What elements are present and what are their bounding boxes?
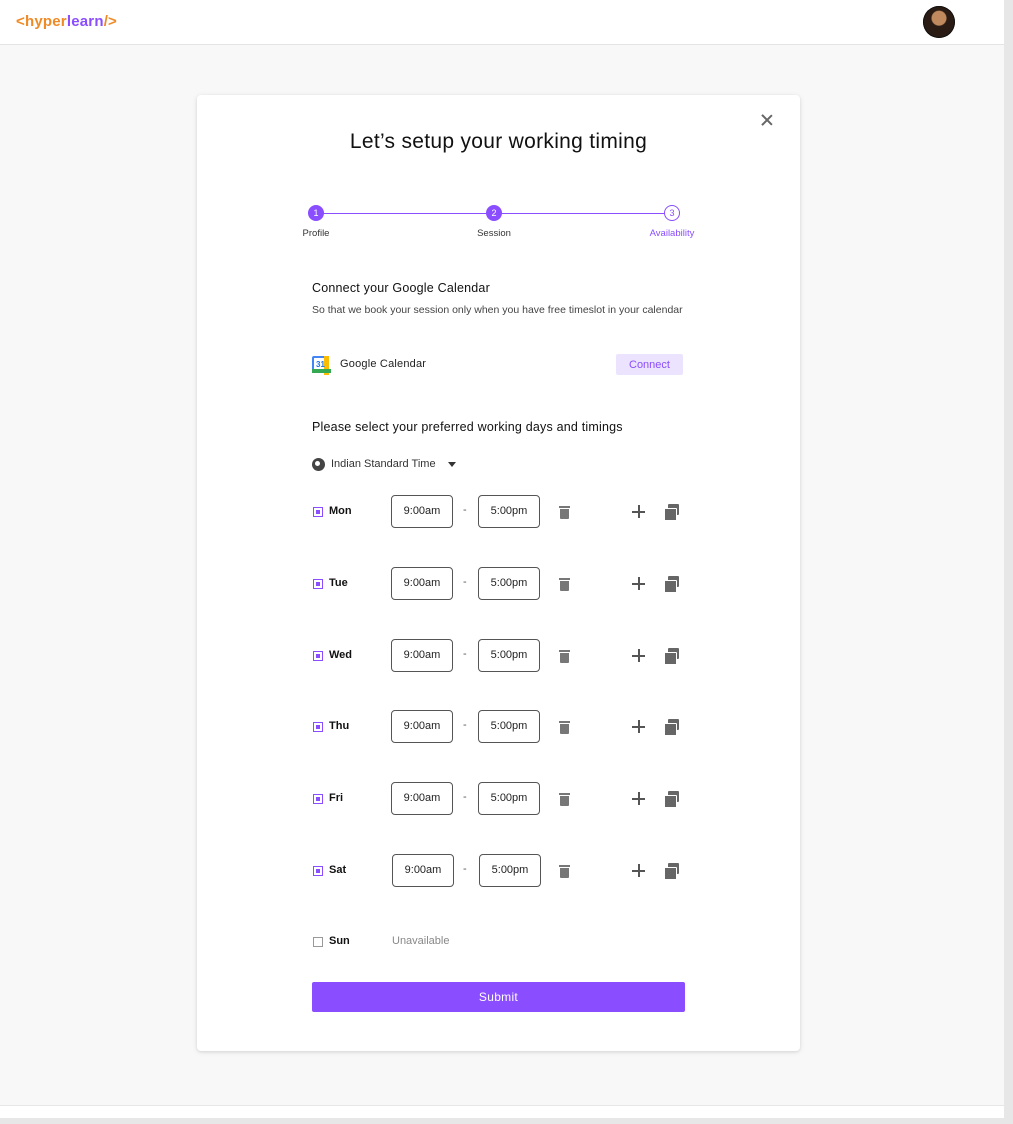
plus-icon[interactable]	[632, 649, 645, 662]
plus-icon[interactable]	[632, 577, 645, 590]
day-label: Fri	[329, 792, 344, 804]
plus-icon[interactable]	[632, 792, 645, 805]
start-time-input[interactable]: 9:00am	[391, 710, 453, 743]
google-calendar-label: Google Calendar	[340, 358, 427, 370]
copy-icon[interactable]	[664, 863, 679, 880]
day-label: Wed	[329, 649, 353, 661]
logo-open-bracket: <	[16, 13, 25, 30]
caret-down-icon[interactable]	[448, 462, 456, 467]
step-3-label: Availability	[649, 228, 695, 239]
stepper-line-1	[323, 213, 493, 214]
day-checkbox-mon[interactable]	[313, 507, 323, 517]
step-3-dot[interactable]: 3	[664, 205, 680, 221]
day-checkbox-thu[interactable]	[313, 722, 323, 732]
day-label: Thu	[329, 720, 350, 732]
user-avatar[interactable]	[923, 6, 955, 38]
day-checkbox-fri[interactable]	[313, 794, 323, 804]
day-checkbox-tue[interactable]	[313, 579, 323, 589]
unavailable-label: Unavailable	[392, 935, 450, 947]
plus-icon[interactable]	[632, 720, 645, 733]
availability-heading: Please select your preferred working day…	[312, 420, 623, 434]
trash-icon[interactable]	[559, 720, 570, 734]
range-separator: -	[463, 504, 467, 516]
top-bar: <hyperlearn/>	[0, 0, 1004, 45]
trash-icon[interactable]	[559, 649, 570, 663]
start-time-input[interactable]: 9:00am	[391, 782, 453, 815]
day-checkbox-sun[interactable]	[313, 937, 323, 947]
start-time-input[interactable]: 9:00am	[391, 639, 453, 672]
day-label: Mon	[329, 505, 352, 517]
calendar-heading: Connect your Google Calendar	[312, 281, 490, 295]
timezone-select[interactable]: Indian Standard Time	[331, 458, 436, 470]
day-checkbox-wed[interactable]	[313, 651, 323, 661]
submit-button[interactable]: Submit	[312, 982, 685, 1012]
horizontal-scroll-thumb[interactable]	[0, 1106, 1004, 1118]
plus-icon[interactable]	[632, 505, 645, 518]
trash-icon[interactable]	[559, 864, 570, 878]
range-separator: -	[463, 791, 467, 803]
end-time-input[interactable]: 5:00pm	[479, 854, 541, 887]
day-row-wed: Wed 9:00am - 5:00pm	[312, 639, 692, 673]
range-separator: -	[463, 863, 467, 875]
range-separator: -	[463, 648, 467, 660]
day-label: Sun	[329, 935, 350, 947]
range-separator: -	[463, 576, 467, 588]
end-time-input[interactable]: 5:00pm	[478, 710, 540, 743]
calendar-description: So that we book your session only when y…	[312, 304, 683, 316]
end-time-input[interactable]: 5:00pm	[478, 495, 540, 528]
copy-icon[interactable]	[664, 648, 679, 665]
start-time-input[interactable]: 9:00am	[392, 854, 454, 887]
trash-icon[interactable]	[559, 577, 570, 591]
day-label: Tue	[329, 577, 348, 589]
trash-icon[interactable]	[559, 505, 570, 519]
day-row-sun: Sun Unavailable	[312, 925, 692, 959]
vertical-scrollbar[interactable]	[1004, 0, 1013, 1124]
copy-icon[interactable]	[664, 719, 679, 736]
trash-icon[interactable]	[559, 792, 570, 806]
copy-icon[interactable]	[664, 576, 679, 593]
hyperlearn-logo[interactable]: <hyperlearn/>	[16, 13, 117, 30]
day-row-mon: Mon 9:00am - 5:00pm	[312, 495, 692, 529]
close-icon[interactable]	[760, 113, 774, 127]
step-1-label: Profile	[302, 228, 330, 239]
copy-icon[interactable]	[664, 791, 679, 808]
modal-title: Let’s setup your working timing	[349, 130, 648, 153]
day-label: Sat	[329, 864, 347, 876]
range-separator: -	[463, 719, 467, 731]
step-2-label: Session	[477, 228, 511, 239]
setup-modal: Let’s setup your working timing 1 2 3 Pr…	[197, 95, 800, 1051]
logo-word-learn: learn	[66, 13, 104, 30]
logo-close-bracket: />	[103, 13, 118, 30]
day-row-thu: Thu 9:00am - 5:00pm	[312, 710, 692, 744]
copy-icon[interactable]	[664, 504, 679, 521]
google-calendar-icon: 31	[312, 356, 331, 375]
end-time-input[interactable]: 5:00pm	[478, 639, 540, 672]
stepper-line-2	[501, 213, 669, 214]
google-calendar-icon-date: 31	[316, 360, 325, 369]
start-time-input[interactable]: 9:00am	[391, 495, 453, 528]
globe-icon	[312, 458, 325, 471]
connect-calendar-button[interactable]: Connect	[616, 354, 683, 375]
day-row-tue: Tue 9:00am - 5:00pm	[312, 567, 692, 601]
step-2-dot[interactable]: 2	[486, 205, 502, 221]
day-checkbox-sat[interactable]	[313, 866, 323, 876]
step-1-dot[interactable]: 1	[308, 205, 324, 221]
start-time-input[interactable]: 9:00am	[391, 567, 453, 600]
end-time-input[interactable]: 5:00pm	[478, 782, 540, 815]
logo-word-hyper: hyper	[24, 13, 67, 30]
day-row-fri: Fri 9:00am - 5:00pm	[312, 782, 692, 816]
end-time-input[interactable]: 5:00pm	[478, 567, 540, 600]
day-row-sat: Sat 9:00am - 5:00pm	[312, 854, 692, 888]
plus-icon[interactable]	[632, 864, 645, 877]
